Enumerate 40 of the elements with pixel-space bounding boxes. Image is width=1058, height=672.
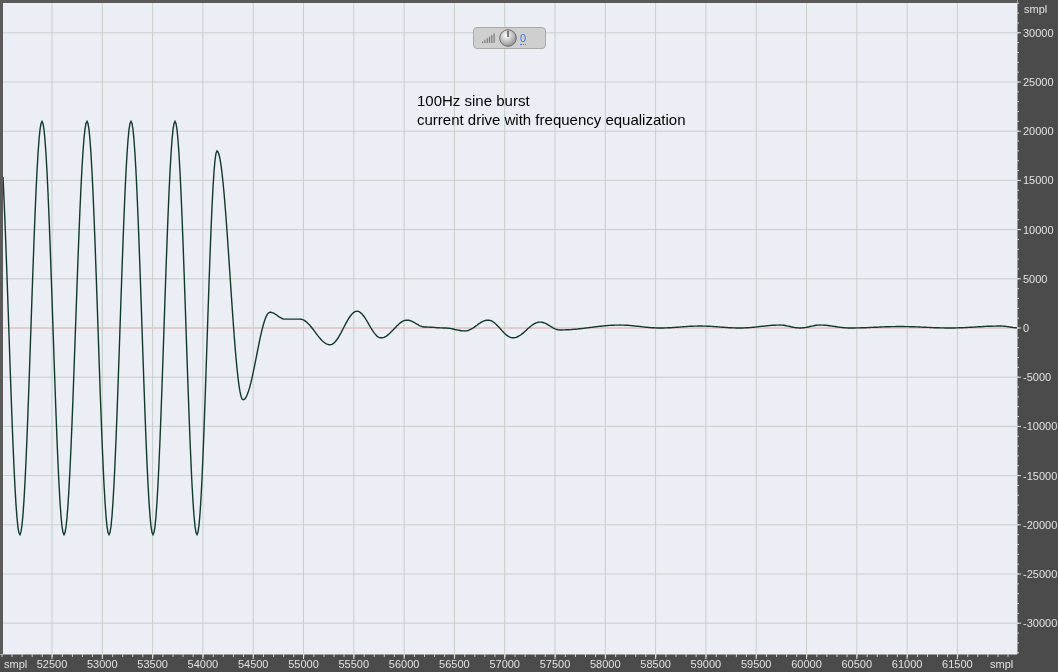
axis-label: 58000	[590, 658, 621, 670]
axis-label: 57500	[539, 658, 571, 670]
axis-label: 54000	[187, 658, 219, 670]
axis-unit: smpl	[4, 658, 28, 670]
axis-label: -30000	[1023, 617, 1058, 630]
axis-label: 60500	[841, 658, 873, 670]
knob-icon[interactable]	[499, 29, 517, 47]
axis-label: 57000	[489, 658, 520, 670]
signal-bars-icon	[482, 33, 496, 43]
axis-label: -5000	[1023, 371, 1052, 384]
axis-label: 59500	[740, 658, 772, 670]
axis-label: -25000	[1023, 568, 1058, 580]
volume-value[interactable]: 0	[520, 31, 527, 45]
axis-label: -20000	[1023, 518, 1058, 531]
axis-label: 60000	[791, 658, 822, 670]
axis-label: 55000	[288, 658, 319, 670]
axis-label: 56000	[388, 658, 420, 670]
axis-label: 53500	[137, 658, 168, 670]
axis-unit: smpl	[990, 658, 1014, 670]
axis-label: 15000	[1023, 174, 1054, 187]
axis-label: 54500	[237, 658, 269, 670]
axis-label: 20000	[1023, 125, 1054, 138]
axis-label: 55500	[338, 658, 370, 670]
caption-text: current drive with frequency equalization	[417, 110, 686, 129]
axis-label: 0	[1023, 322, 1030, 334]
axis-label: -10000	[1023, 420, 1058, 433]
axis-label: 61500	[942, 658, 973, 670]
axis-label: 61000	[891, 658, 923, 670]
caption-text: 100Hz sine burst	[417, 91, 531, 110]
axis-label: 5000	[1023, 272, 1048, 285]
axis-label: 52500	[36, 658, 68, 670]
axis-label: 10000	[1023, 223, 1054, 236]
axis-label: 25000	[1023, 76, 1054, 88]
axis-label: 59000	[690, 658, 722, 670]
axis-label: 53000	[87, 658, 118, 670]
axis-label: -15000	[1023, 469, 1058, 482]
axis-unit: smpl	[1024, 3, 1048, 15]
axis-label: 56500	[439, 658, 470, 670]
axis-label: 58500	[640, 658, 671, 670]
axis-label: 30000	[1023, 26, 1054, 39]
